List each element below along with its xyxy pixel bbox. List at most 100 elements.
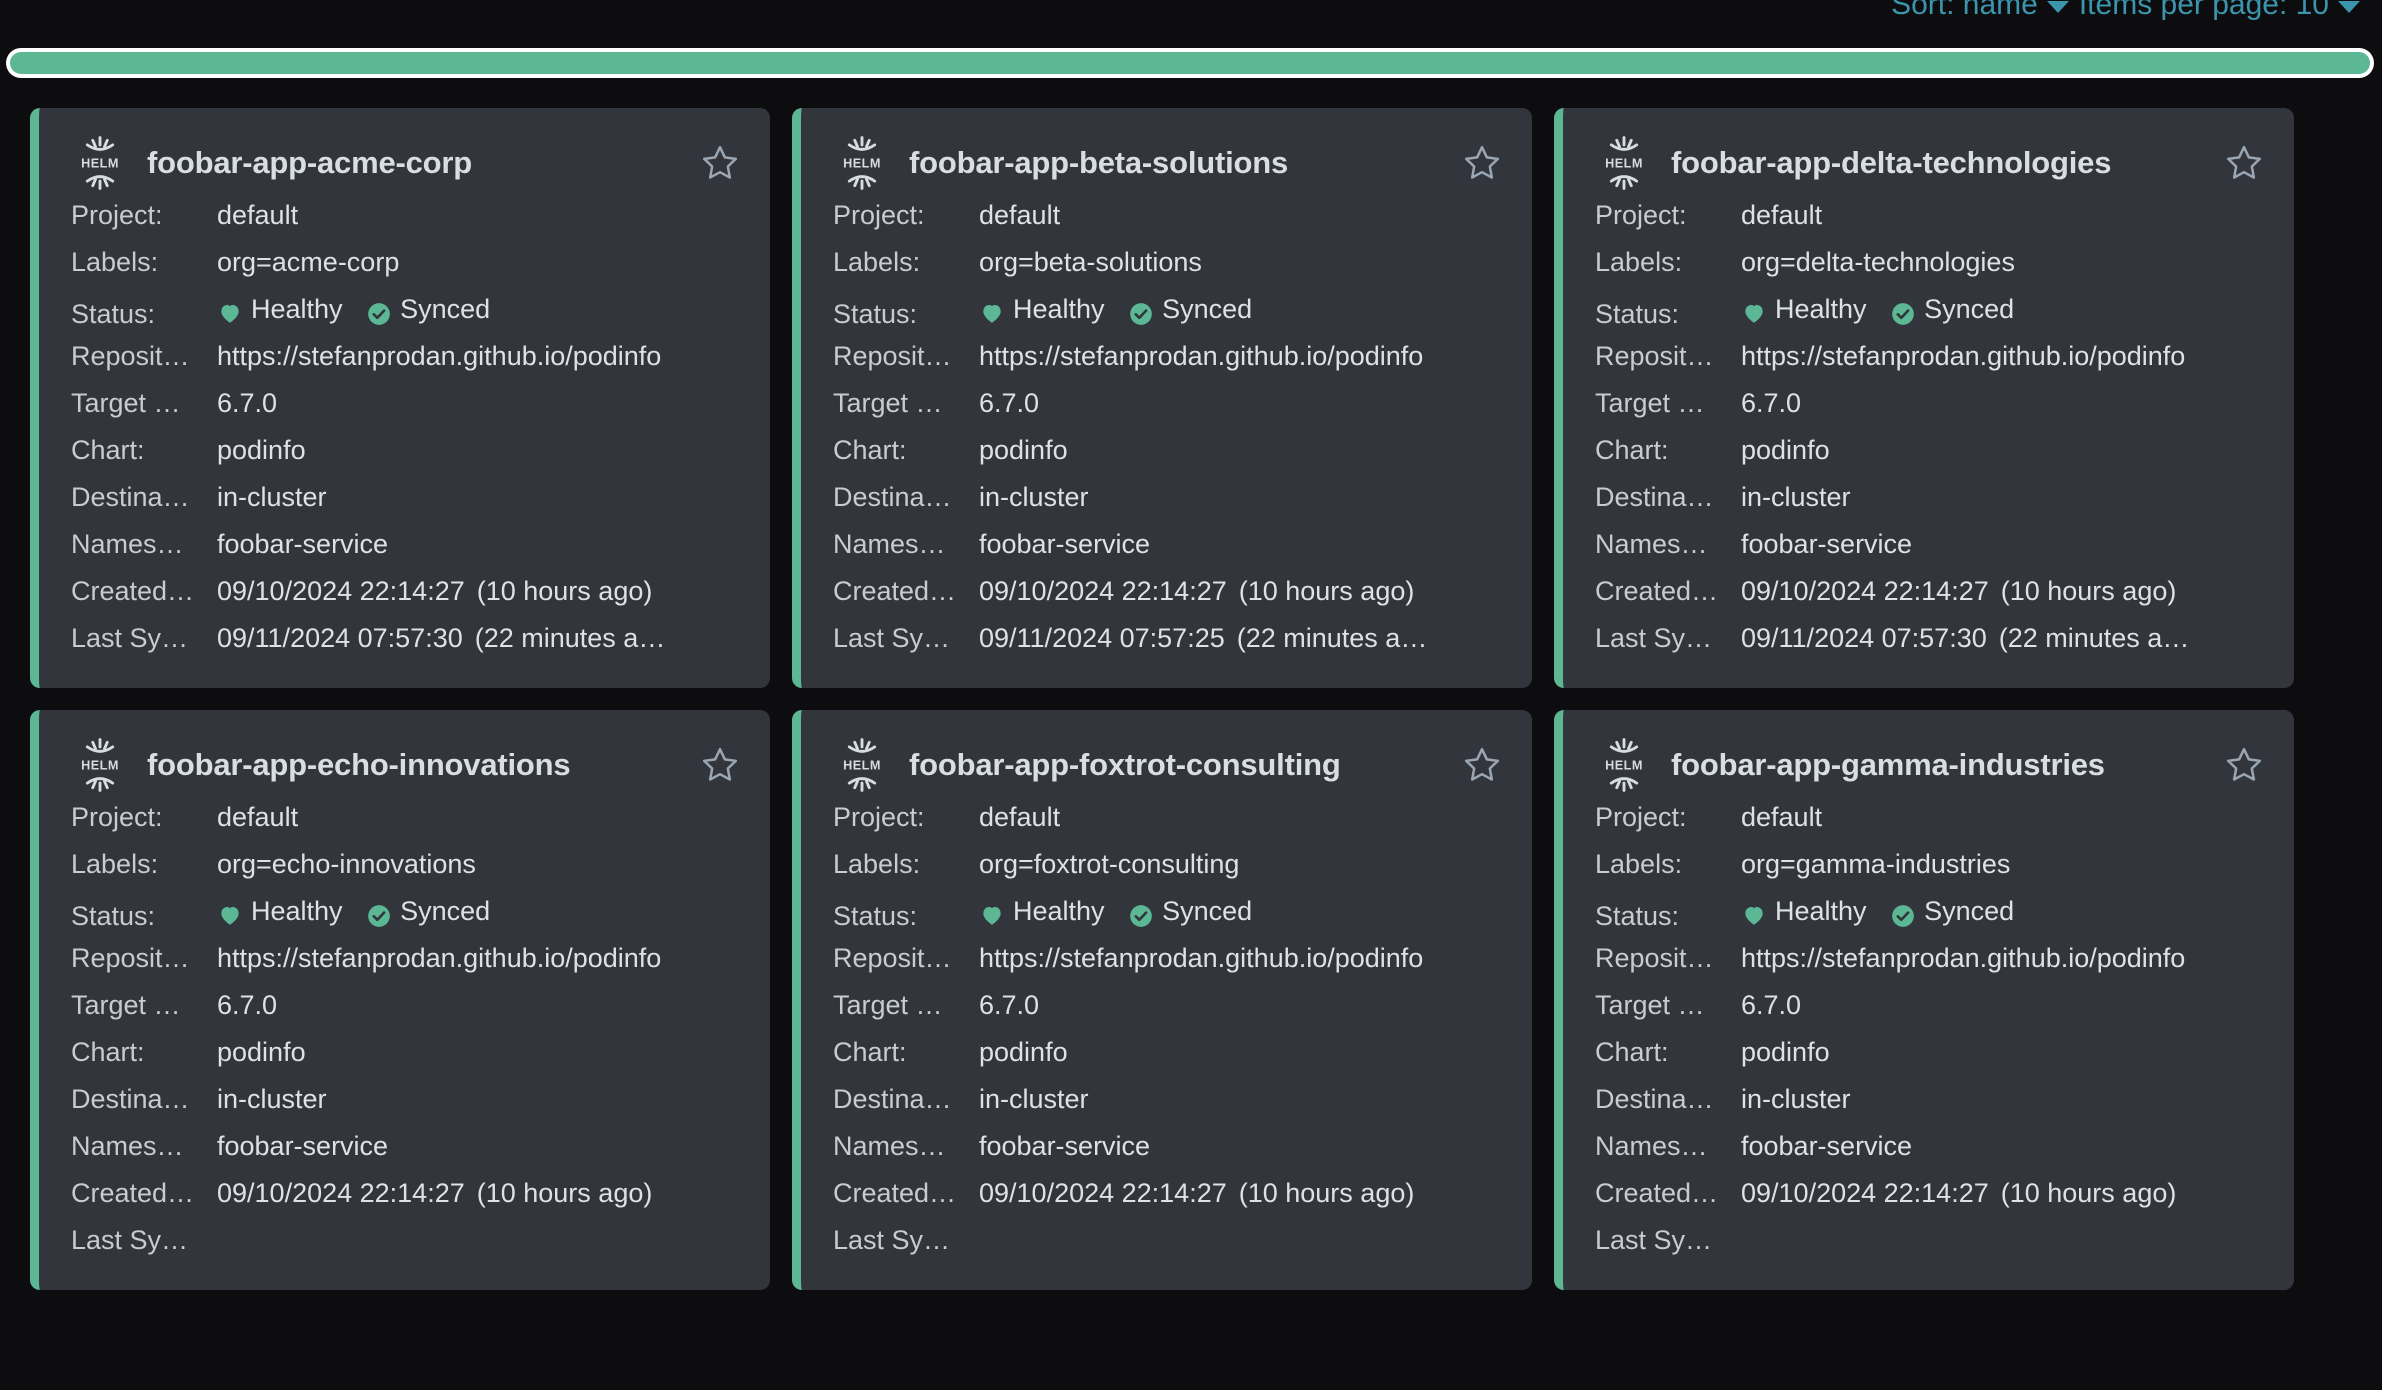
application-card-3[interactable]: HELM foobar-app-delta-technologies Proje… — [1554, 108, 2294, 688]
field-value-target-revision: 6.7.0 — [1741, 388, 1802, 418]
field-repository: Reposit… https://stefanprodan.github.io/… — [1595, 943, 2264, 990]
svg-text:HELM: HELM — [81, 759, 119, 773]
health-status-text: Healthy — [251, 896, 343, 926]
field-chart: Chart: podinfo — [71, 435, 740, 482]
health-status-chip: Healthy — [979, 896, 1105, 927]
field-label-repository: Reposit… — [833, 341, 952, 371]
field-chart: Chart: podinfo — [1595, 435, 2264, 482]
field-label-namespace: Names… — [833, 1131, 946, 1161]
field-last-sync: Last Sy… 09/11/2024 07:57:25 (22 minutes … — [833, 623, 1502, 670]
favorite-star-icon[interactable] — [700, 143, 740, 183]
health-status-text: Healthy — [1013, 896, 1105, 926]
field-value-status: Healthy Synced — [217, 294, 740, 330]
field-destination: Destina… in-cluster — [71, 482, 740, 529]
field-value-created-at: 09/10/2024 22:14:27 (10 hours ago) — [979, 1178, 1502, 1209]
field-value-repository: https://stefanprodan.github.io/podinfo — [217, 341, 662, 371]
card-header: HELM foobar-app-gamma-industries — [1595, 734, 2264, 796]
field-namespace: Names… foobar-service — [1595, 1131, 2264, 1178]
field-label-destination: Destina… — [833, 482, 952, 512]
health-status-text: Healthy — [1013, 294, 1105, 324]
application-card-6[interactable]: HELM foobar-app-gamma-industries Project… — [1554, 710, 2294, 1290]
card-fields: Project: default Labels: org=gamma-indus… — [1595, 802, 2264, 1272]
progress-bar-fill — [10, 52, 2370, 74]
field-value-labels: org=echo-innovations — [217, 849, 476, 879]
card-fields: Project: default Labels: org=beta-soluti… — [833, 200, 1502, 670]
svg-text:HELM: HELM — [1605, 157, 1643, 171]
field-value-chart: podinfo — [979, 1037, 1068, 1067]
field-repository: Reposit… https://stefanprodan.github.io/… — [833, 341, 1502, 388]
created-relative: (10 hours ago) — [2000, 576, 2177, 606]
favorite-star-icon[interactable] — [1462, 745, 1502, 785]
health-status-text: Healthy — [1775, 896, 1867, 926]
field-value-created-at: 09/10/2024 22:14:27 (10 hours ago) — [217, 576, 740, 607]
field-label-destination: Destina… — [1595, 1084, 1714, 1114]
field-label-chart: Chart: — [71, 1037, 145, 1067]
field-repository: Reposit… https://stefanprodan.github.io/… — [71, 943, 740, 990]
field-namespace: Names… foobar-service — [833, 529, 1502, 576]
field-value-target-revision: 6.7.0 — [1741, 990, 1802, 1020]
field-label-last-sync: Last Sy… — [833, 1225, 951, 1255]
field-labels: Labels: org=acme-corp — [71, 247, 740, 294]
application-card-grid: HELM foobar-app-acme-corp Project: defau… — [30, 108, 2382, 1290]
created-relative: (10 hours ago) — [1238, 576, 1415, 606]
card-fields: Project: default Labels: org=delta-techn… — [1595, 200, 2264, 670]
field-namespace: Names… foobar-service — [833, 1131, 1502, 1178]
progress-bar-container — [6, 48, 2374, 78]
field-value-target-revision: 6.7.0 — [979, 388, 1040, 418]
favorite-star-icon[interactable] — [2224, 745, 2264, 785]
sort-label: Sort: name — [1891, 0, 2038, 21]
health-status-chip: Healthy — [217, 294, 343, 325]
application-card-1[interactable]: HELM foobar-app-acme-corp Project: defau… — [30, 108, 770, 688]
field-project: Project: default — [1595, 200, 2264, 247]
field-value-last-sync — [1741, 1225, 2264, 1256]
favorite-star-icon[interactable] — [2224, 143, 2264, 183]
field-value-last-sync — [217, 1225, 740, 1256]
created-timestamp: 09/10/2024 22:14:27 — [979, 576, 1227, 606]
field-value-repository: https://stefanprodan.github.io/podinfo — [979, 341, 1424, 371]
field-value-project: default — [217, 802, 299, 832]
field-created-at: Created… 09/10/2024 22:14:27 (10 hours ag… — [1595, 576, 2264, 623]
field-value-last-sync — [979, 1225, 1502, 1256]
created-timestamp: 09/10/2024 22:14:27 — [217, 1178, 465, 1208]
field-value-last-sync: 09/11/2024 07:57:30 (22 minutes a… — [1741, 623, 2264, 654]
svg-text:HELM: HELM — [81, 157, 119, 171]
application-card-5[interactable]: HELM foobar-app-foxtrot-consulting Proje… — [792, 710, 1532, 1290]
created-timestamp: 09/10/2024 22:14:27 — [217, 576, 465, 606]
top-toolbar: Sort: name Items per page: 10 — [0, 0, 2382, 34]
sort-dropdown[interactable]: Sort: name — [1891, 0, 2069, 22]
field-label-namespace: Names… — [71, 1131, 184, 1161]
field-label-labels: Labels: — [833, 247, 921, 277]
created-relative: (10 hours ago) — [476, 1178, 653, 1208]
field-value-namespace: foobar-service — [1741, 529, 1913, 559]
favorite-star-icon[interactable] — [700, 745, 740, 785]
field-value-repository: https://stefanprodan.github.io/podinfo — [979, 943, 1424, 973]
field-value-chart: podinfo — [1741, 435, 1830, 465]
field-value-labels: org=acme-corp — [217, 247, 400, 277]
field-value-repository: https://stefanprodan.github.io/podinfo — [1741, 341, 2186, 371]
field-label-destination: Destina… — [71, 1084, 190, 1114]
sync-status-text: Synced — [1924, 294, 2015, 324]
field-value-project: default — [1741, 802, 1823, 832]
field-namespace: Names… foobar-service — [1595, 529, 2264, 576]
last-sync-relative: (22 minutes a… — [1236, 623, 1428, 653]
field-label-target-revision: Target … — [833, 990, 943, 1020]
card-title: foobar-app-delta-technologies — [1671, 145, 2112, 180]
field-status: Status: Healthy Synced — [1595, 294, 2264, 341]
field-target-revision: Target … 6.7.0 — [71, 990, 740, 1037]
check-circle-icon — [368, 302, 390, 325]
favorite-star-icon[interactable] — [1462, 143, 1502, 183]
field-label-project: Project: — [833, 802, 925, 832]
card-title: foobar-app-echo-innovations — [147, 747, 571, 782]
card-header: HELM foobar-app-echo-innovations — [71, 734, 740, 796]
application-card-2[interactable]: HELM foobar-app-beta-solutions Project: … — [792, 108, 1532, 688]
card-title: foobar-app-beta-solutions — [909, 145, 1289, 180]
field-label-target-revision: Target … — [833, 388, 943, 418]
field-label-status: Status: — [833, 900, 918, 931]
created-relative: (10 hours ago) — [2000, 1178, 2177, 1208]
field-label-status: Status: — [833, 298, 918, 329]
check-circle-icon — [1892, 302, 1914, 325]
items-per-page-dropdown[interactable]: Items per page: 10 — [2079, 0, 2360, 22]
created-relative: (10 hours ago) — [1238, 1178, 1415, 1208]
check-circle-icon — [1892, 904, 1914, 927]
application-card-4[interactable]: HELM foobar-app-echo-innovations Project… — [30, 710, 770, 1290]
